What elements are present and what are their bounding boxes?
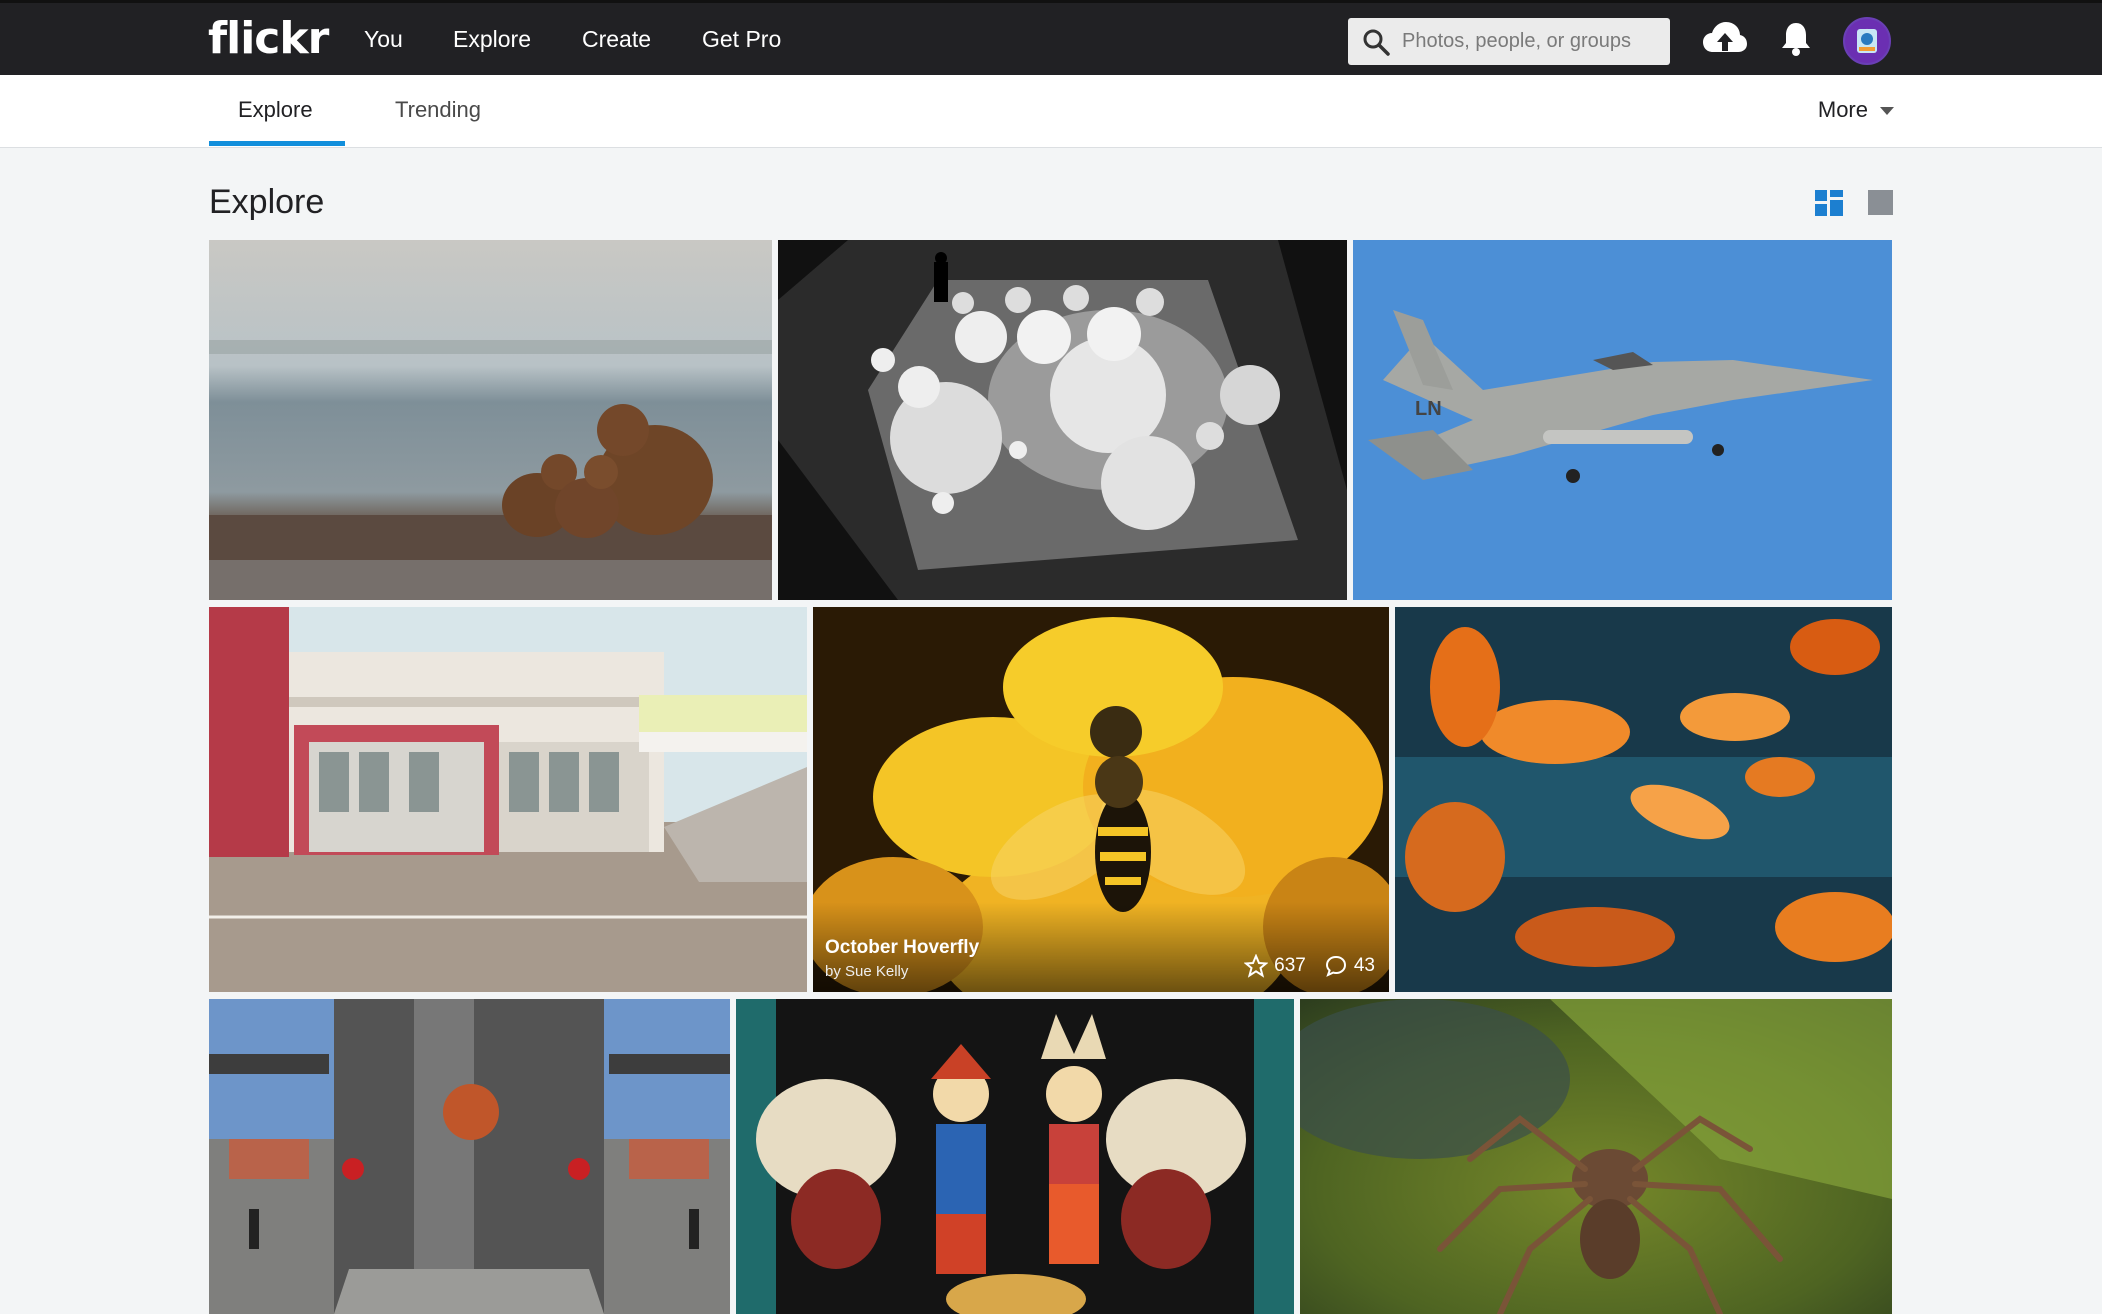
nav-create[interactable]: Create (582, 26, 651, 53)
grid-view-icon[interactable] (1815, 190, 1843, 216)
search-icon[interactable] (1362, 28, 1390, 56)
building-image (209, 607, 807, 992)
bears-image (209, 240, 772, 600)
photo-street[interactable] (209, 999, 730, 1314)
active-tab-indicator (209, 141, 345, 146)
top-navigation-bar: flickr You Explore Create Get Pro (0, 0, 2102, 75)
cloud-upload-icon[interactable] (1702, 21, 1748, 59)
spider-image (1300, 999, 1892, 1314)
goldfish-image (1395, 607, 1892, 992)
photo-author[interactable]: by Sue Kelly (825, 963, 908, 980)
sub-navigation: Explore Trending More (0, 75, 2102, 148)
nav-explore[interactable]: Explore (453, 26, 531, 53)
flickr-logo[interactable]: flickr (208, 13, 329, 64)
photo-building[interactable] (209, 607, 807, 992)
avatar-image-icon (1857, 29, 1877, 53)
chevron-down-icon (1880, 107, 1894, 116)
photo-hoverfly[interactable]: October Hoverfly by Sue Kelly 637 43 (813, 607, 1389, 992)
jet-image: LN (1353, 240, 1892, 600)
photo-goldfish[interactable] (1395, 607, 1892, 992)
bell-icon[interactable] (1780, 21, 1812, 57)
photo-scarecrows[interactable] (736, 999, 1294, 1314)
user-avatar[interactable] (1843, 17, 1891, 65)
photo-spider[interactable] (1300, 999, 1892, 1314)
tab-explore[interactable]: Explore (238, 97, 313, 123)
comment-icon[interactable] (1324, 954, 1348, 978)
more-label: More (1817, 97, 1868, 122)
tab-trending[interactable]: Trending (395, 97, 481, 123)
photo-stats: 637 43 (1244, 954, 1375, 978)
nav-you[interactable]: You (364, 26, 403, 53)
fave-count: 637 (1274, 955, 1306, 976)
comment-count: 43 (1353, 955, 1375, 976)
more-dropdown[interactable]: More (1818, 97, 1894, 123)
single-view-icon[interactable] (1868, 190, 1893, 215)
search-box (1348, 18, 1670, 65)
svg-text:LN: LN (1415, 398, 1442, 420)
search-input[interactable] (1402, 18, 1662, 65)
photo-jet[interactable]: LN (1353, 240, 1892, 600)
bw-tiles-image (778, 240, 1347, 600)
photo-bears[interactable] (209, 240, 772, 600)
page-title: Explore (209, 183, 325, 221)
street-image (209, 999, 730, 1314)
star-icon[interactable] (1244, 954, 1269, 978)
photo-title[interactable]: October Hoverfly (825, 937, 979, 959)
nav-get-pro[interactable]: Get Pro (702, 26, 781, 53)
photo-bw-tiles[interactable] (778, 240, 1347, 600)
scarecrows-image (736, 999, 1294, 1314)
